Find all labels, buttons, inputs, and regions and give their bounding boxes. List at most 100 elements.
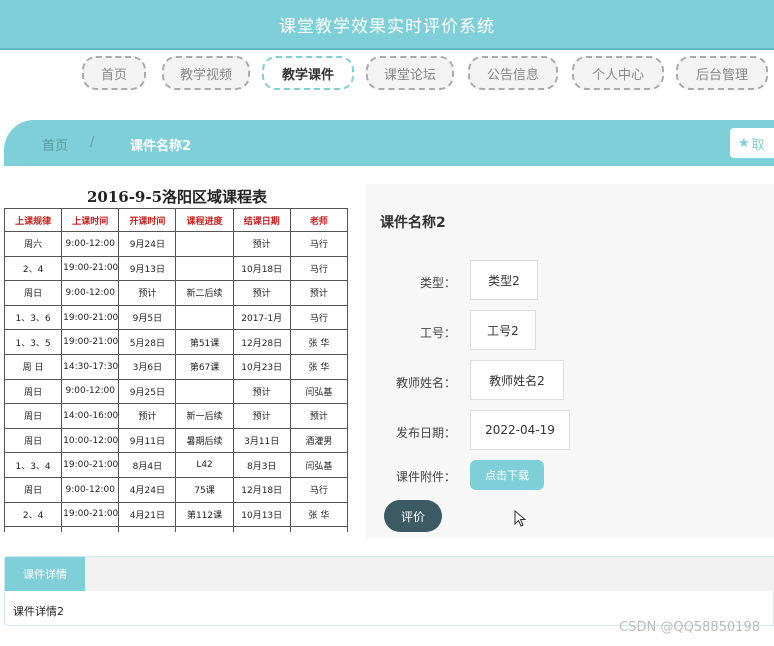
detail-tabs: 课件详情 课件详情2 <box>4 556 774 626</box>
schedule-cell: 暑期后续 <box>175 427 234 454</box>
schedule-row: 周 日 14:30-17:30 3月6日 第67课 10月23日张 华 <box>4 353 349 380</box>
schedule-cell: 2017-1月 <box>232 304 291 331</box>
schedule-cell: 预计 <box>118 403 177 429</box>
schedule-cell: 19:00-21:00 <box>61 329 120 355</box>
schedule-cell: 4月24日 <box>118 476 177 503</box>
breadcrumb-separator: / <box>90 135 95 150</box>
course-image: 2016-9-5洛阳区域课程表 上课规律 上课时间 开课时间 课程进度 结课日期… <box>4 184 350 532</box>
schedule-row: 1、3、6 19:00-21:00 9月5日 2017-1月 马行 <box>4 304 349 331</box>
schedule-cell: 1、3、4 <box>4 452 63 478</box>
nav-home[interactable]: 首页 <box>82 56 146 90</box>
schedule-cell: 10月18日 <box>232 255 291 282</box>
schedule-cell: 1、3、5 <box>4 329 63 355</box>
worker-id-value: 工号2 <box>470 310 536 350</box>
schedule-cell: 周日 <box>4 476 63 503</box>
schedule-cell: 19:00-21:00 <box>61 501 120 528</box>
schedule-cell: 3月6日 <box>118 353 177 380</box>
schedule-row: 周六 9:00-12:00 9月24日 预计 马行 <box>4 231 349 257</box>
schedule-cell: 第51课 <box>175 329 234 355</box>
schedule-cell: 预计 <box>118 280 177 306</box>
schedule-cell: 4月21日 <box>118 501 177 528</box>
schedule-cell: 张 华 <box>289 353 349 380</box>
schedule-cell <box>175 304 234 331</box>
schedule-cell: 2、4 <box>4 501 63 528</box>
schedule-cell: L42 <box>175 452 234 478</box>
rate-button[interactable]: 评价 <box>384 500 442 532</box>
schedule-cell: 9:00-12:00 <box>61 476 120 503</box>
schedule-cell: 14:00-16:00 <box>61 403 120 429</box>
schedule-cell: 14:30-17:30 <box>61 353 120 380</box>
schedule-cell: 预计 <box>232 231 291 257</box>
schedule-header-row: 上课规律 上课时间 开课时间 课程进度 结课日期 老师 <box>4 208 349 232</box>
schedule-cell <box>175 255 234 282</box>
schedule-cell: 10月13日 <box>232 501 291 528</box>
schedule-row: 周日 9:00-12:00 预计 新二后续 预计 预计 <box>4 280 349 306</box>
schedule-row: 2、4 19:00-21:00 4月21日 第112课 10月13日张 华 <box>4 501 349 528</box>
publish-date-value: 2022-04-19 <box>470 410 570 450</box>
publish-date-label: 发布日期： <box>395 426 456 440</box>
breadcrumb-current: 课件名称2 <box>130 139 192 154</box>
schedule-cell: 预计 <box>289 403 349 429</box>
schedule-cell: 9月24日 <box>118 231 177 257</box>
schedule-cell: 预计 <box>289 280 349 306</box>
schedule-row: 周日 9:00-12:00 9月25日 预计 闫弘基 <box>4 378 349 405</box>
watermark: CSDN @QQ58850198 <box>619 620 760 635</box>
breadcrumb-home[interactable]: 首页 <box>42 135 68 154</box>
worker-id-label: 工号： <box>419 326 456 340</box>
schedule-cell: 预计 <box>232 280 291 306</box>
top-header: 课堂教学效果实时评价系统 <box>0 0 774 50</box>
tab-courseware-details[interactable]: 课件详情 <box>5 557 85 591</box>
tab-content: 课件详情2 <box>13 605 64 618</box>
teacher-name-value: 教师姓名2 <box>470 360 564 400</box>
schedule-cell: 新一后续 <box>175 403 234 429</box>
mouse-cursor-icon <box>514 510 527 527</box>
download-button[interactable]: 点击下载 <box>470 460 544 490</box>
schedule-cell <box>175 231 234 257</box>
schedule-cell: 2、4 <box>4 255 63 282</box>
schedule-cell: 马行 <box>289 526 349 532</box>
nav-forum[interactable]: 课堂论坛 <box>366 56 454 90</box>
schedule-cell: 5月28日 <box>118 329 177 355</box>
schedule-row: 周日 14:00-16:00 预计 新一后续 预计 预计 <box>4 403 349 429</box>
type-value: 类型2 <box>470 260 538 300</box>
teacher-name-label: 教师姓名： <box>395 376 456 390</box>
nav-courseware[interactable]: 教学课件 <box>262 56 354 90</box>
collect-label: 取 <box>751 137 765 153</box>
app-title: 课堂教学效果实时评价系统 <box>279 16 495 37</box>
attachment-label: 课件附件： <box>395 470 456 484</box>
schedule-cell: 闫弘基 <box>289 378 349 405</box>
nav-admin[interactable]: 后台管理 <box>676 56 768 90</box>
schedule-cell <box>175 378 234 405</box>
schedule-cell: 酒灌男 <box>289 427 349 454</box>
schedule-header-cell: 上课规律 <box>4 208 63 232</box>
schedule-cell: 9月11日 <box>118 427 177 454</box>
courseware-name: 课件名称2 <box>380 215 446 231</box>
schedule-cell: 周六 <box>4 526 63 532</box>
main-nav: 首页 教学视频 教学课件 课堂论坛 公告信息 个人中心 后台管理 <box>0 52 774 98</box>
schedule-cell: 12月18日 <box>232 476 291 503</box>
schedule-title: 2016-9-5洛阳区域课程表 <box>86 188 268 206</box>
schedule-cell: 9月5日 <box>118 304 177 331</box>
schedule-cell: 9:00-12:00 <box>61 378 120 405</box>
courseware-detail-panel: 课件名称2 类型： 类型2 工号： 工号2 教师姓名： 教师姓名2 发布日期： … <box>366 184 774 538</box>
schedule-row: 周日 9:00-12:00 4月24日 75课 12月18日 马行 <box>4 476 349 503</box>
schedule-row: 周六9:00-12:0011月21日136课9月17日马行 <box>4 526 349 532</box>
schedule-cell: 19:00-21:00 <box>61 452 120 478</box>
schedule-header-cell: 老师 <box>289 208 349 232</box>
nav-teaching-video[interactable]: 教学视频 <box>162 56 250 90</box>
star-icon: ★ <box>738 135 750 151</box>
nav-announcements[interactable]: 公告信息 <box>468 56 558 90</box>
schedule-header-cell: 课程进度 <box>175 208 234 232</box>
schedule-cell: 19:00-21:00 <box>61 304 120 331</box>
tab-header-bar <box>5 557 774 591</box>
schedule-cell: 8月3日 <box>232 452 291 478</box>
schedule-header-cell: 上课时间 <box>61 208 120 232</box>
schedule-cell: 136课 <box>175 526 234 532</box>
schedule-cell: 马行 <box>289 255 349 282</box>
type-label: 类型： <box>419 276 456 290</box>
schedule-cell: 新二后续 <box>175 280 234 306</box>
schedule-cell: 第67课 <box>175 353 234 380</box>
collect-button[interactable]: ★ 取 <box>730 128 774 158</box>
schedule-cell: 周日 <box>4 378 63 405</box>
nav-personal-center[interactable]: 个人中心 <box>572 56 664 90</box>
